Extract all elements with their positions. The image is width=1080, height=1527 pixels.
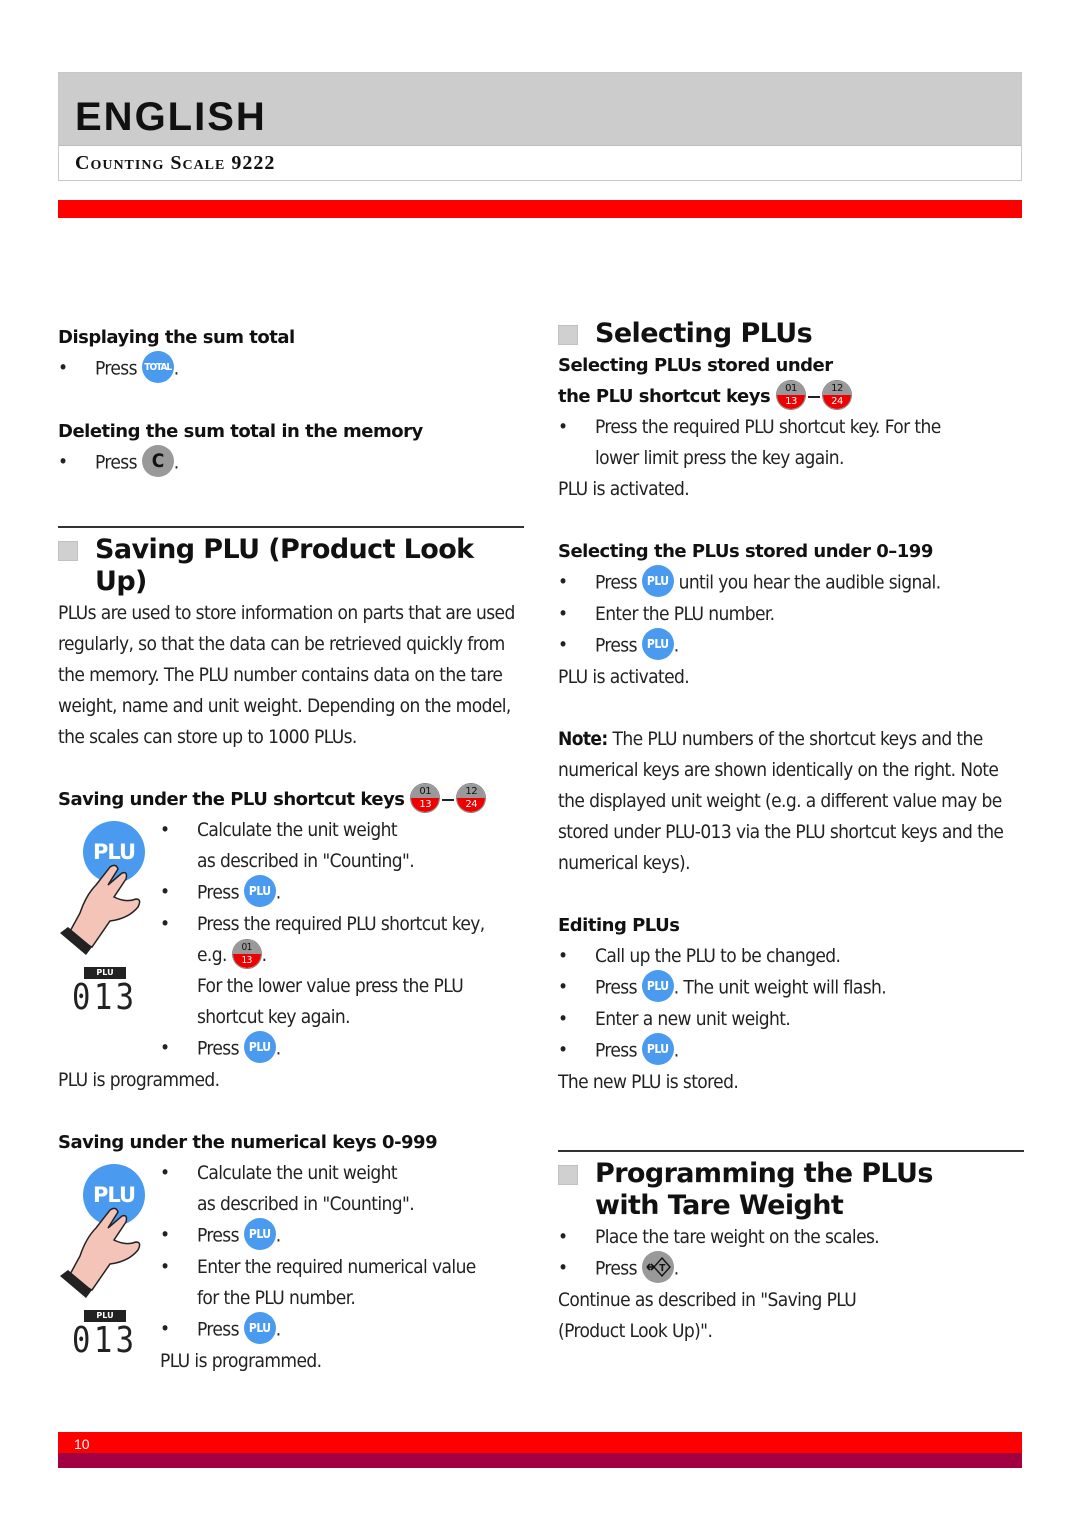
section-square-icon	[58, 541, 78, 561]
list-item: • Press T .	[558, 1251, 1024, 1285]
lcd-display-value: 013	[72, 977, 138, 1018]
selecting-result-2: PLU is activated.	[558, 666, 690, 688]
shortcut-key-01-13-icon: 01 13	[410, 783, 441, 813]
plu-key-icon: PLU	[243, 875, 276, 907]
plu-key-icon: PLU	[243, 1312, 276, 1344]
shortcut-key-12-24-icon: 12 24	[821, 380, 852, 410]
plu-key-icon: PLU	[243, 1031, 276, 1063]
shortcut-steps: PLU PLU 013 • Calculate the unit weight a…	[58, 815, 524, 1065]
list-item: • Calculate the unit weight	[160, 1162, 398, 1184]
c-key-icon: C	[141, 445, 174, 477]
left-column: Displaying the sum total • Press TOTAL. …	[58, 322, 524, 1377]
document-header: ENGLISH Counting Scale 9222	[58, 72, 1022, 181]
footer-dark-bar	[58, 1453, 1022, 1468]
list-item: • Press PLU.	[558, 1033, 1024, 1067]
editing-heading: Editing PLUs	[558, 915, 680, 936]
list-item: • Press C.	[58, 445, 524, 479]
total-key-icon: TOTAL	[141, 351, 174, 383]
sum-delete-heading: Deleting the sum total in the memory	[58, 421, 423, 442]
list-item: • Call up the PLU to be changed.	[558, 945, 841, 967]
page-number: 10	[74, 1436, 90, 1452]
right-column: Selecting PLUs Selecting PLUs stored und…	[558, 318, 1024, 1347]
list-item: • Enter a new unit weight.	[558, 1008, 791, 1030]
list-item: • Press PLU.	[160, 875, 524, 909]
note-paragraph: Note: The PLU numbers of the shortcut ke…	[558, 728, 1004, 874]
selecting-shortcut-heading: Selecting PLUs stored under	[558, 355, 833, 376]
selecting-range-heading: Selecting the PLUs stored under 0–199	[558, 541, 933, 562]
tare-key-icon: T	[641, 1251, 674, 1283]
list-item: • Press PLU. The unit weight will flash.	[558, 970, 1024, 1004]
footer-red-bar	[58, 1432, 1022, 1453]
hand-icon	[60, 864, 141, 955]
editing-result: The new PLU is stored.	[558, 1071, 739, 1093]
section-square-icon	[558, 325, 578, 345]
numerical-result: PLU is programmed.	[160, 1350, 322, 1372]
section-title-tare: Programming the PLUs with Tare Weight	[558, 1158, 1024, 1222]
plu-press-illustration: PLU PLU 013	[58, 815, 158, 1065]
section-square-icon	[558, 1165, 578, 1185]
sum-display-heading: Displaying the sum total	[58, 327, 295, 348]
tare-continue-2: (Product Look Up)".	[558, 1320, 713, 1342]
tare-continue-1: Continue as described in "Saving PLU	[558, 1289, 857, 1311]
language-title: ENGLISH	[75, 95, 267, 139]
list-item: • Press PLU until you hear the audible si…	[558, 565, 1024, 599]
plu-key-icon: PLU	[641, 565, 674, 597]
numerical-heading: Saving under the numerical keys 0-999	[58, 1132, 438, 1153]
list-item: • Press the required PLU shortcut key,	[160, 913, 485, 935]
shortcut-key-01-13-icon: 01 13	[231, 938, 262, 969]
list-item: • Enter the PLU number.	[558, 603, 775, 625]
list-item: • Place the tare weight on the scales.	[558, 1226, 880, 1248]
list-item: • Enter the required numerical value	[160, 1256, 476, 1278]
list-item: • Press PLU.	[160, 1312, 524, 1346]
section-title-selecting-plus: Selecting PLUs	[558, 318, 1024, 350]
list-item: • Press the required PLU shortcut key. Fo…	[558, 416, 941, 438]
shortcut-key-12-24-icon: 12 24	[456, 783, 487, 813]
plu-key-icon: PLU	[641, 1033, 674, 1065]
header-red-bar	[58, 200, 1022, 218]
shortcut-result: PLU is programmed.	[58, 1069, 220, 1091]
plu-key-icon: PLU	[243, 1218, 276, 1250]
selecting-result-1: PLU is activated.	[558, 478, 690, 500]
list-item: • Press PLU.	[160, 1031, 524, 1065]
header-subtitle-band: Counting Scale 9222	[59, 145, 1021, 180]
shortcut-heading: Saving under the PLU shortcut keys 01 13 1…	[58, 783, 524, 815]
product-name: Counting Scale 9222	[75, 152, 276, 174]
shortcut-key-01-13-icon: 01 13	[775, 380, 806, 410]
saving-intro: PLUs are used to store information on pa…	[58, 602, 515, 748]
section-title-saving-plu: Saving PLU (Product Look Up)	[58, 534, 524, 598]
list-item: • Press PLU.	[160, 1218, 524, 1252]
header-title-band: ENGLISH	[59, 73, 1021, 145]
list-item: • Press PLU.	[558, 628, 1024, 662]
plu-key-icon: PLU	[641, 628, 674, 660]
plu-press-illustration: PLU PLU 013	[58, 1158, 158, 1378]
plu-key-icon: PLU	[641, 970, 674, 1002]
hand-icon	[60, 1207, 141, 1298]
list-item: • Press TOTAL.	[58, 351, 524, 385]
list-item: • Calculate the unit weight	[160, 819, 398, 841]
numerical-steps: PLU PLU 013 • Calculate the unit weight a…	[58, 1158, 524, 1377]
lcd-display-value: 013	[72, 1320, 138, 1361]
